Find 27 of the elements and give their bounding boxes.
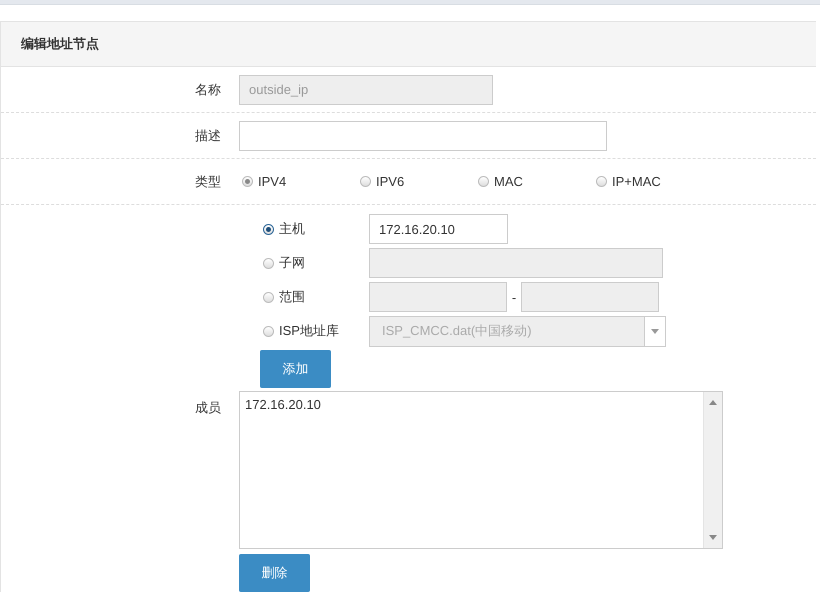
add-button[interactable]: 添加 [260,350,331,388]
range-separator: - [510,290,518,304]
radio-button[interactable] [242,176,253,187]
radio-label[interactable]: IPV6 [376,174,404,189]
field-label: 成员 [194,399,222,417]
member-list[interactable]: 172.16.20.10 [239,391,723,549]
field-label: 描述 [194,126,222,144]
radio-button[interactable] [478,176,489,187]
radio-button[interactable] [263,224,274,234]
input-field[interactable] [521,282,659,312]
caret-icon [651,328,659,334]
input-field[interactable] [239,120,607,150]
panel-title: 编辑地址节点 [21,35,99,53]
input-field[interactable]: 172.16.20.10 [369,214,508,244]
scrollbar[interactable] [703,392,722,548]
field-label: 名称 [194,80,222,98]
radio-label[interactable]: IP+MAC [612,174,661,189]
member-item[interactable]: 172.16.20.10 [245,396,698,414]
radio-label[interactable]: 主机 [279,220,305,238]
radio-label[interactable]: IPV4 [258,174,286,189]
radio-label[interactable]: MAC [494,174,523,189]
scroll-up-icon[interactable] [709,400,717,405]
radio-button[interactable] [360,176,371,187]
scroll-down-icon[interactable] [709,535,717,540]
field-label: 类型 [194,172,222,190]
delete-button[interactable]: 删除 [239,554,310,592]
radio-button[interactable] [596,176,607,187]
